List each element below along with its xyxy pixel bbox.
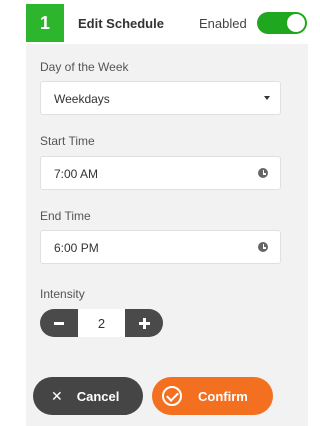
- end-time-value: 6:00 PM: [54, 241, 99, 255]
- day-of-week-value: Weekdays: [54, 92, 110, 106]
- toggle-knob: [287, 14, 305, 32]
- check-circle-icon: [162, 386, 182, 406]
- clock-icon: [258, 242, 268, 252]
- day-of-week-select[interactable]: Weekdays: [40, 81, 281, 115]
- plus-icon: [138, 317, 150, 329]
- step-number-badge: 1: [26, 4, 64, 42]
- end-time-label: End Time: [40, 209, 91, 223]
- confirm-label: Confirm: [198, 388, 248, 404]
- page-title: Edit Schedule: [78, 16, 164, 31]
- close-icon: ✕: [51, 387, 63, 404]
- dropdown-caret-icon: [264, 96, 270, 100]
- start-time-value: 7:00 AM: [54, 167, 99, 181]
- cancel-button[interactable]: ✕ Cancel: [33, 377, 143, 415]
- cancel-label: Cancel: [76, 388, 120, 404]
- end-time-field[interactable]: 6:00 PM: [40, 230, 281, 264]
- intensity-increment-button[interactable]: [125, 309, 163, 337]
- minus-icon: [54, 321, 64, 325]
- enabled-label: Enabled: [199, 16, 247, 31]
- day-of-week-label: Day of the Week: [40, 60, 129, 74]
- clock-icon: [258, 168, 268, 178]
- start-time-field[interactable]: 7:00 AM: [40, 156, 281, 190]
- intensity-decrement-button[interactable]: [40, 309, 78, 337]
- start-time-label: Start Time: [40, 134, 95, 148]
- intensity-value: 2: [78, 309, 125, 337]
- confirm-button[interactable]: Confirm: [152, 377, 273, 415]
- enabled-toggle[interactable]: [257, 12, 307, 34]
- intensity-label: Intensity: [40, 287, 85, 301]
